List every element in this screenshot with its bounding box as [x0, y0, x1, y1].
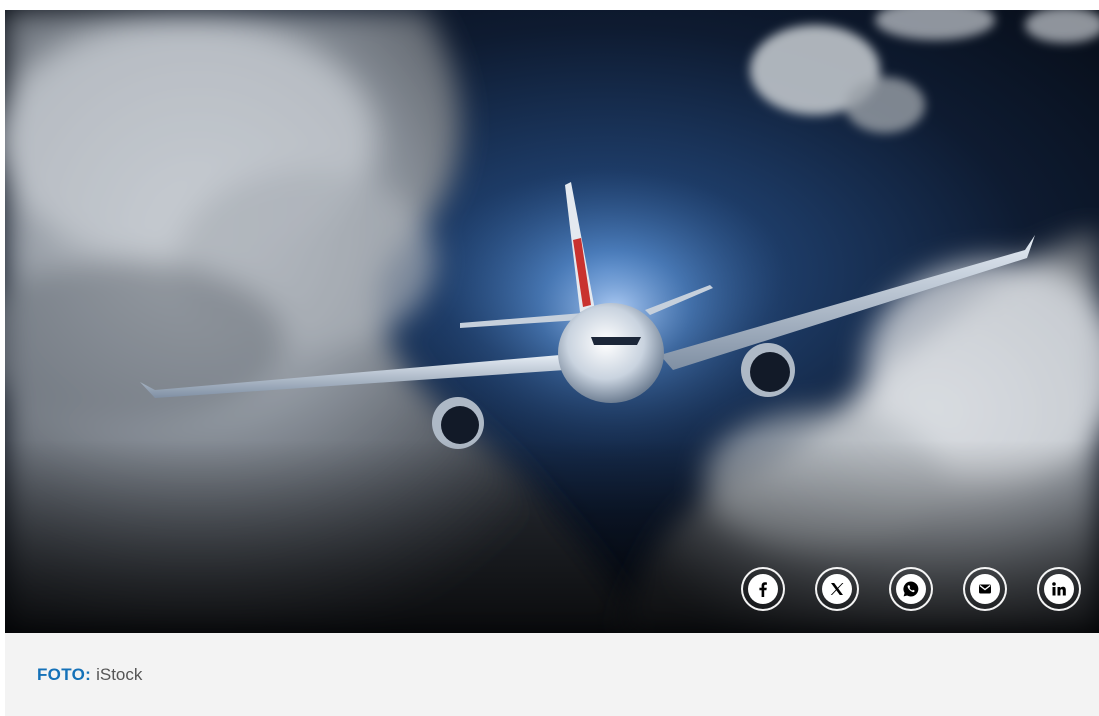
- share-email-button[interactable]: [963, 567, 1007, 611]
- email-icon: [970, 574, 1000, 604]
- share-x-button[interactable]: [815, 567, 859, 611]
- photo-credit: iStock: [96, 664, 143, 684]
- whatsapp-icon: [896, 574, 926, 604]
- article-figure: FOTO: iStock: [5, 10, 1099, 716]
- caption-label: FOTO:: [37, 664, 92, 684]
- share-linkedin-button[interactable]: [1037, 567, 1081, 611]
- photo-caption: FOTO: iStock: [5, 633, 1099, 716]
- hero-photo: [5, 10, 1099, 633]
- linkedin-icon: [1044, 574, 1074, 604]
- share-whatsapp-button[interactable]: [889, 567, 933, 611]
- share-bar: [741, 567, 1081, 611]
- airplane-in-clouds-image: [5, 10, 1099, 633]
- facebook-icon: [748, 574, 778, 604]
- share-facebook-button[interactable]: [741, 567, 785, 611]
- x-icon: [822, 574, 852, 604]
